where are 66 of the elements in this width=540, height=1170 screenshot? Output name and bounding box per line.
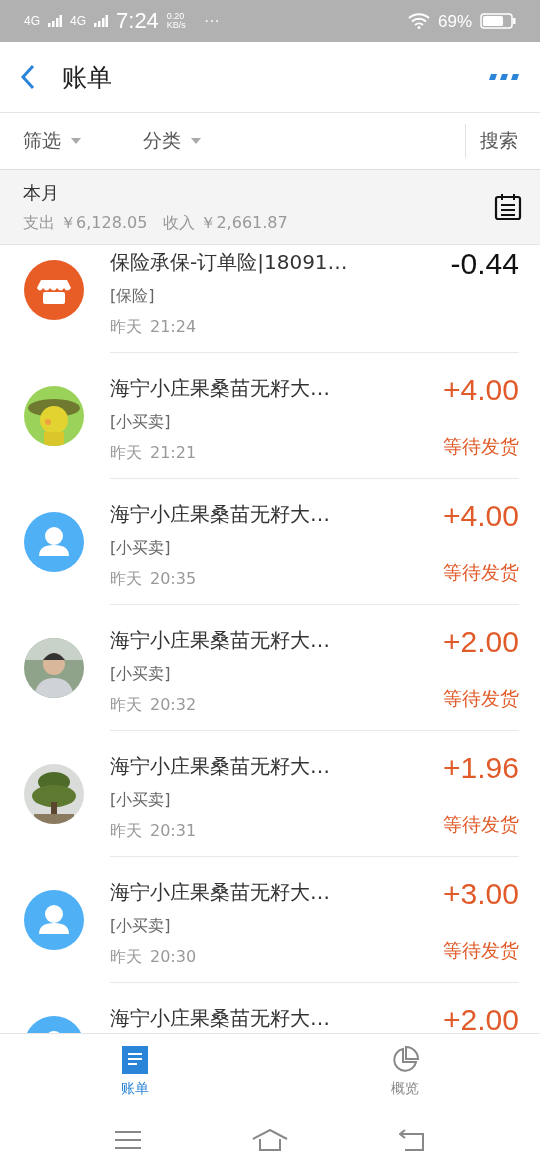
back-icon[interactable] [20, 64, 36, 90]
bill-category: [小买卖] [110, 790, 172, 811]
bill-row[interactable]: 海宁小庄果桑苗无籽大… [小买卖] 昨天 20:35 +4.00 等待发货 [0, 479, 540, 605]
network-label: 4G [70, 15, 87, 27]
bill-time: 昨天 21:24 [110, 317, 198, 338]
bill-amount: +1.96 [443, 753, 519, 783]
tab[interactable]: 概览 [270, 1034, 540, 1110]
speed-value: 0.20 [166, 11, 186, 21]
bill-title: 海宁小庄果桑苗无籽大… [110, 1005, 331, 1032]
caret-icon [191, 138, 201, 144]
page-title: 账单 [62, 61, 112, 94]
filter-dropdown[interactable]: 分类 [143, 128, 240, 154]
bill-amount: +4.00 [443, 375, 519, 405]
order-status: 等待发货 [443, 938, 519, 963]
month-summary: 支出 ￥6,128.05 收入 ￥2,661.87 [23, 212, 289, 234]
document-icon [122, 1046, 148, 1074]
person-icon [24, 890, 84, 950]
bill-time: 昨天 20:35 [110, 569, 198, 590]
bill-amount: -0.44 [450, 249, 519, 279]
bill-amount: +2.00 [443, 1005, 519, 1033]
bill-row[interactable]: 海宁小庄果桑苗无籽大… [小买卖] 昨天 20:31 +1.96 等待发货 [0, 731, 540, 857]
bill-time: 昨天 20:30 [110, 947, 198, 968]
bill-row[interactable]: 保险承保-订单险|18091… [保险] 昨天 21:24 -0.44 [0, 245, 540, 353]
bill-time: 昨天 20:32 [110, 695, 198, 716]
bill-time: 昨天 20:31 [110, 821, 198, 842]
filter-dropdown[interactable]: 筛选 [23, 128, 120, 154]
bill-row[interactable]: 海宁小庄果桑苗无籽大… [小买卖] 昨天 20:30 +3.00 等待发货 [0, 857, 540, 983]
order-status: 等待发货 [443, 434, 519, 459]
battery-percent: 69% [437, 12, 472, 30]
tab[interactable]: 账单 [0, 1034, 270, 1110]
shop-icon [24, 260, 84, 320]
person-icon [24, 512, 84, 572]
bill-title: 海宁小庄果桑苗无籽大… [110, 501, 331, 528]
signal-icon [48, 15, 62, 27]
order-status: 等待发货 [443, 812, 519, 837]
bill-category: [保险] [110, 286, 156, 307]
bill-title: 海宁小庄果桑苗无籽大… [110, 753, 331, 780]
bill-amount: +2.00 [443, 627, 519, 657]
bill-category: [小买卖] [110, 412, 172, 433]
bill-title: 海宁小庄果桑苗无籽大… [110, 375, 331, 402]
order-status: 等待发货 [443, 686, 519, 711]
bill-amount: +4.00 [443, 501, 519, 531]
battery-icon [480, 13, 516, 29]
bill-row[interactable]: 海宁小庄果桑苗无籽大… [小买卖] 昨天 21:21 +4.00 等待发货 [0, 353, 540, 479]
search-button[interactable]: 搜索 [465, 124, 540, 158]
speed-unit: KB/s [166, 21, 186, 31]
pie-chart-icon [391, 1046, 419, 1074]
bill-row[interactable]: 海宁小庄果桑苗无籽大… [小买卖] 昨天 20:32 +2.00 等待发货 [0, 605, 540, 731]
signal-icon [94, 15, 109, 27]
bill-category: [小买卖] [110, 916, 172, 937]
month-title: 本月 [23, 180, 60, 205]
network-label: 4G [24, 15, 40, 27]
bill-title: 保险承保-订单险|18091… [110, 249, 349, 276]
bill-category: [小买卖] [110, 664, 172, 685]
bill-title: 海宁小庄果桑苗无籽大… [110, 879, 331, 906]
bill-title: 海宁小庄果桑苗无籽大… [110, 627, 331, 654]
bill-amount: +3.00 [443, 879, 519, 909]
clock: 7:24 [116, 10, 159, 32]
caret-icon [71, 138, 81, 144]
bill-category: [小买卖] [110, 538, 172, 559]
order-status: 等待发货 [443, 560, 519, 585]
more-icon[interactable] [488, 74, 520, 80]
calendar-icon[interactable] [494, 193, 522, 221]
more-indicator: ··· [203, 13, 220, 29]
bill-time: 昨天 21:21 [110, 443, 198, 464]
wifi-icon [407, 13, 430, 29]
